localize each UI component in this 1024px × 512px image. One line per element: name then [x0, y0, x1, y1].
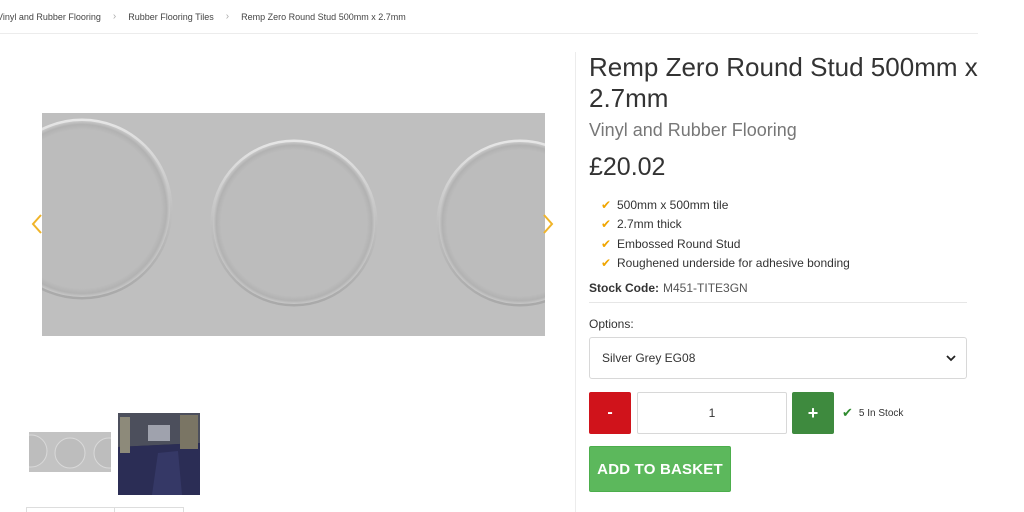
- check-icon: ✔: [842, 405, 853, 420]
- breadcrumb-link-rubber-flooring-tiles[interactable]: Rubber Flooring Tiles: [128, 12, 214, 22]
- product-thumbnail-tile[interactable]: [29, 432, 111, 472]
- feature-list: ✔ 500mm x 500mm tile ✔ 2.7mm thick ✔ Emboss…: [601, 195, 850, 273]
- options-selected-value: Silver Grey EG08: [602, 351, 696, 365]
- feature-item: ✔ Roughened underside for adhesive bondin…: [601, 254, 850, 274]
- feature-text: Embossed Round Stud: [617, 236, 741, 251]
- quantity-input[interactable]: 1: [637, 392, 787, 434]
- feature-item: ✔ Embossed Round Stud: [601, 234, 850, 254]
- breadcrumb: Vinyl and Rubber Flooring › Rubber Floor…: [0, 11, 406, 22]
- product-title: Remp Zero Round Stud 500mm x 2.7mm: [589, 52, 978, 113]
- check-icon: ✔: [601, 217, 612, 232]
- options-label: Options:: [589, 317, 634, 331]
- gallery-prev-button[interactable]: [30, 213, 44, 235]
- column-divider: [575, 52, 576, 512]
- breadcrumb-separator-icon: ›: [112, 11, 117, 22]
- details-divider: [589, 302, 967, 303]
- product-price: £20.02: [589, 153, 666, 181]
- breadcrumb-separator-icon: ›: [225, 11, 230, 22]
- feature-item: ✔ 500mm x 500mm tile: [601, 195, 850, 215]
- check-icon: ✔: [601, 197, 612, 212]
- stock-status: ✔ 5 In Stock: [842, 405, 903, 421]
- stock-status-text: 5 In Stock: [858, 407, 904, 419]
- breadcrumb-link-vinyl-rubber-flooring[interactable]: Vinyl and Rubber Flooring: [0, 12, 101, 22]
- gallery-next-button[interactable]: [541, 213, 555, 235]
- check-icon: ✔: [601, 236, 612, 251]
- quantity-increase-button[interactable]: +: [792, 392, 834, 434]
- header-divider: [0, 33, 978, 34]
- feature-text: Roughened underside for adhesive bonding: [617, 256, 850, 271]
- check-icon: ✔: [601, 256, 612, 271]
- chevron-down-icon: [946, 355, 956, 362]
- product-main-image[interactable]: [42, 113, 545, 336]
- feature-text: 500mm x 500mm tile: [617, 197, 729, 212]
- product-thumbnail-installed-floor[interactable]: [118, 413, 200, 495]
- add-to-basket-button[interactable]: ADD TO BASKET: [589, 446, 731, 492]
- stock-code-value: M451-TITE3GN: [663, 281, 748, 295]
- feature-text: 2.7mm thick: [617, 217, 682, 232]
- chevron-left-icon: [31, 214, 42, 234]
- feature-item: ✔ 2.7mm thick: [601, 215, 850, 235]
- stock-code: Stock Code: M451-TITE3GN: [589, 281, 748, 295]
- quantity-decrease-button[interactable]: -: [589, 392, 631, 434]
- stock-code-label: Stock Code:: [589, 281, 660, 295]
- breadcrumb-current-page: Remp Zero Round Stud 500mm x 2.7mm: [241, 11, 406, 22]
- product-tabs: [26, 507, 184, 512]
- product-brand-link[interactable]: Vinyl and Rubber Flooring: [589, 120, 797, 141]
- options-select[interactable]: Silver Grey EG08: [589, 337, 967, 379]
- chevron-right-icon: [543, 214, 554, 234]
